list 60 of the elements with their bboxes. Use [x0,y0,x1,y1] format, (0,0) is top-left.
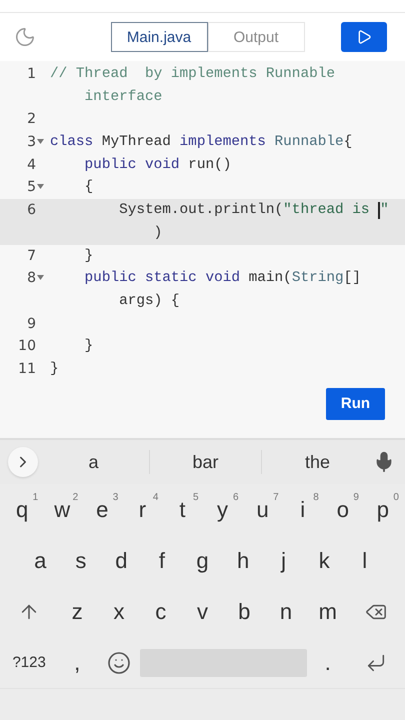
fold-caret-icon[interactable] [36,139,44,144]
code-line: System.out.println("thread is " [118,201,389,222]
suggestion[interactable]: bar [150,452,261,472]
line-number: 8 [27,269,36,288]
key[interactable]: f [142,538,182,582]
key[interactable]: l [344,538,386,582]
suggestion[interactable]: the [262,452,373,472]
line-number: 9 [27,314,36,334]
key[interactable]: b [223,590,266,634]
line-number: 11 [18,360,36,380]
line-number: 5 [27,178,36,198]
line-number: 2 [27,110,36,130]
code-line: } [50,360,59,380]
line-number: 4 [27,156,36,175]
line-number: 6 [27,201,36,220]
key[interactable]: , [56,640,98,684]
key[interactable]: x [98,590,140,634]
key[interactable]: s [60,538,102,582]
line-number: 10 [18,337,36,356]
line-number: 3 [27,133,36,152]
key[interactable]: m [306,590,349,634]
code-line: { [84,178,94,198]
line-number: 7 [27,246,36,266]
key[interactable]: r 4 [122,488,162,532]
key[interactable]: j [263,538,304,582]
key[interactable]: z [56,590,98,634]
key[interactable]: h [222,538,264,582]
key[interactable]: k [304,538,344,582]
key[interactable]: a [20,538,61,582]
code-line: ) [152,224,162,243]
key[interactable]: . [306,640,349,684]
run-button[interactable]: Run [326,388,385,420]
key[interactable]: d [101,538,142,582]
code-line: // Thread by implements Runnable [50,65,335,84]
code-line: public static void main(String[] [84,269,361,288]
key[interactable]: t 5 [162,488,202,532]
suggestion[interactable]: a [38,452,149,472]
run-icon-button[interactable] [341,22,387,52]
code-line: } [84,246,94,266]
code-line: public void run() [84,156,232,175]
key[interactable]: i 8 [282,488,323,532]
text-cursor [378,202,380,220]
fold-caret-icon[interactable] [36,275,44,280]
play-icon [356,29,372,45]
expand-button[interactable] [8,447,38,477]
fold-caret-icon[interactable] [36,184,44,190]
key[interactable]: c [140,590,182,634]
dark-mode-icon[interactable] [14,26,36,48]
key[interactable]: g [182,538,223,582]
code-line: interface [84,88,162,107]
code-line: } [84,337,94,356]
file-tab[interactable]: Main.java [110,22,208,52]
line-number: 1 [27,65,36,84]
key[interactable]: v [182,590,224,634]
code-line: class MyThread implements Runnable{ [50,133,352,152]
key[interactable]: y 6 [202,488,243,532]
key[interactable]: n [265,590,307,634]
emoji-icon[interactable] [106,650,131,674]
symbols-key[interactable]: ?123 [2,640,56,684]
code-line: args) { [118,292,180,311]
